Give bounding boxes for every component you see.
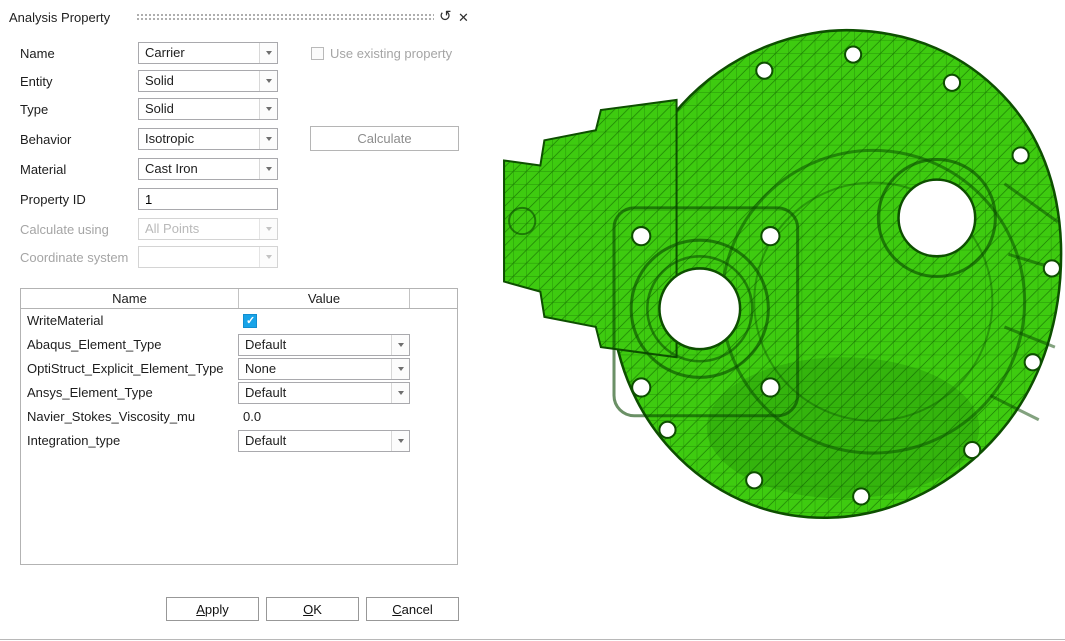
entity-dropdown[interactable]: Solid xyxy=(138,70,278,92)
abaqus-element-type-value: Default xyxy=(239,335,391,355)
entity-label: Entity xyxy=(20,74,53,89)
cancel-button[interactable]: Cancel xyxy=(366,597,459,621)
coordinate-system-dropdown-button xyxy=(259,247,277,267)
chevron-down-icon xyxy=(266,107,272,111)
chevron-down-icon xyxy=(266,227,272,231)
ansys-element-type-value: Default xyxy=(239,383,391,403)
type-label: Type xyxy=(20,102,48,117)
ok-button-mnemonic: O xyxy=(303,602,313,617)
column-header-name[interactable]: Name xyxy=(21,289,239,308)
column-header-value[interactable]: Value xyxy=(239,289,410,308)
coordinate-system-dropdown-value xyxy=(139,247,259,267)
chevron-down-icon xyxy=(266,137,272,141)
drag-handle[interactable] xyxy=(136,13,434,21)
behavior-dropdown[interactable]: Isotropic xyxy=(138,128,278,150)
property-row-name: Integration_type xyxy=(27,429,120,453)
chevron-down-icon xyxy=(398,439,404,443)
property-row-name: Ansys_Element_Type xyxy=(27,381,153,405)
column-header-spacer xyxy=(410,289,457,308)
type-dropdown-button[interactable] xyxy=(259,99,277,119)
3d-viewport[interactable] xyxy=(500,14,1065,539)
close-icon[interactable]: ✕ xyxy=(458,10,469,25)
abaqus-element-type-button[interactable] xyxy=(391,335,409,355)
cancel-button-mnemonic: C xyxy=(392,602,401,617)
ansys-element-type-dropdown[interactable]: Default xyxy=(238,382,410,404)
analysis-property-panel: Analysis Property ↺ ✕ Name Entity Type B… xyxy=(0,0,480,641)
apply-button-label: pply xyxy=(205,602,229,617)
name-dropdown[interactable]: Carrier xyxy=(138,42,278,64)
property-row-name: Abaqus_Element_Type xyxy=(27,333,161,357)
chevron-down-icon xyxy=(266,255,272,259)
calculate-using-dropdown: All Points xyxy=(138,218,278,240)
optistruct-explicit-element-type-value: None xyxy=(239,359,391,379)
apply-button-mnemonic: A xyxy=(196,602,205,617)
behavior-dropdown-value: Isotropic xyxy=(139,129,259,149)
behavior-dropdown-button[interactable] xyxy=(259,129,277,149)
material-dropdown[interactable]: Cast Iron xyxy=(138,158,278,180)
writematerial-checkbox[interactable] xyxy=(243,314,257,328)
calculate-using-label: Calculate using xyxy=(20,222,109,237)
calculate-button[interactable]: Calculate xyxy=(310,126,459,151)
use-existing-property-checkbox[interactable] xyxy=(311,47,324,60)
property-row-name: OptiStruct_Explicit_Element_Type xyxy=(27,357,224,381)
chevron-down-icon xyxy=(398,343,404,347)
chevron-down-icon xyxy=(398,391,404,395)
entity-dropdown-value: Solid xyxy=(139,71,259,91)
chevron-down-icon xyxy=(266,79,272,83)
mesh-model xyxy=(504,30,1061,518)
optistruct-explicit-element-type-button[interactable] xyxy=(391,359,409,379)
material-dropdown-button[interactable] xyxy=(259,159,277,179)
ansys-element-type-button[interactable] xyxy=(391,383,409,403)
panel-title: Analysis Property xyxy=(9,10,110,25)
apply-button[interactable]: Apply xyxy=(166,597,259,621)
type-dropdown-value: Solid xyxy=(139,99,259,119)
entity-dropdown-button[interactable] xyxy=(259,71,277,91)
integration-type-value: Default xyxy=(239,431,391,451)
calculate-using-dropdown-button xyxy=(259,219,277,239)
mesh-model-canvas xyxy=(500,14,1065,539)
name-label: Name xyxy=(20,46,55,61)
material-label: Material xyxy=(20,162,66,177)
chevron-down-icon xyxy=(398,367,404,371)
name-dropdown-value: Carrier xyxy=(139,43,259,63)
coordinate-system-dropdown xyxy=(138,246,278,268)
dialog-buttons: Apply OK Cancel xyxy=(0,597,480,621)
name-dropdown-button[interactable] xyxy=(259,43,277,63)
ok-button-label: K xyxy=(313,602,322,617)
ok-button[interactable]: OK xyxy=(266,597,359,621)
calculate-using-dropdown-value: All Points xyxy=(139,219,259,239)
material-dropdown-value: Cast Iron xyxy=(139,159,259,179)
chevron-down-icon xyxy=(266,51,272,55)
chevron-down-icon xyxy=(266,167,272,171)
behavior-label: Behavior xyxy=(20,132,71,147)
application-window: Analysis Property ↺ ✕ Name Entity Type B… xyxy=(0,0,1065,641)
window-bottom-border xyxy=(0,639,1065,640)
property-id-input[interactable] xyxy=(138,188,278,210)
type-dropdown[interactable]: Solid xyxy=(138,98,278,120)
optistruct-explicit-element-type-dropdown[interactable]: None xyxy=(238,358,410,380)
coordinate-system-label: Coordinate system xyxy=(20,250,128,265)
integration-type-button[interactable] xyxy=(391,431,409,451)
use-existing-property-label: Use existing property xyxy=(330,46,452,61)
abaqus-element-type-dropdown[interactable]: Default xyxy=(238,334,410,356)
cancel-button-label: ancel xyxy=(402,602,433,617)
property-row-name: Navier_Stokes_Viscosity_mu xyxy=(27,405,195,429)
integration-type-dropdown[interactable]: Default xyxy=(238,430,410,452)
property-table: Name Value WriteMaterial Abaqus_Element_… xyxy=(20,288,458,565)
housing-snout xyxy=(504,100,677,357)
refresh-icon[interactable]: ↺ xyxy=(439,9,452,24)
navier-stokes-viscosity-value: 0.0 xyxy=(243,405,261,429)
property-row-name: WriteMaterial xyxy=(27,309,103,333)
property-table-header: Name Value xyxy=(21,289,457,309)
property-id-label: Property ID xyxy=(20,192,86,207)
